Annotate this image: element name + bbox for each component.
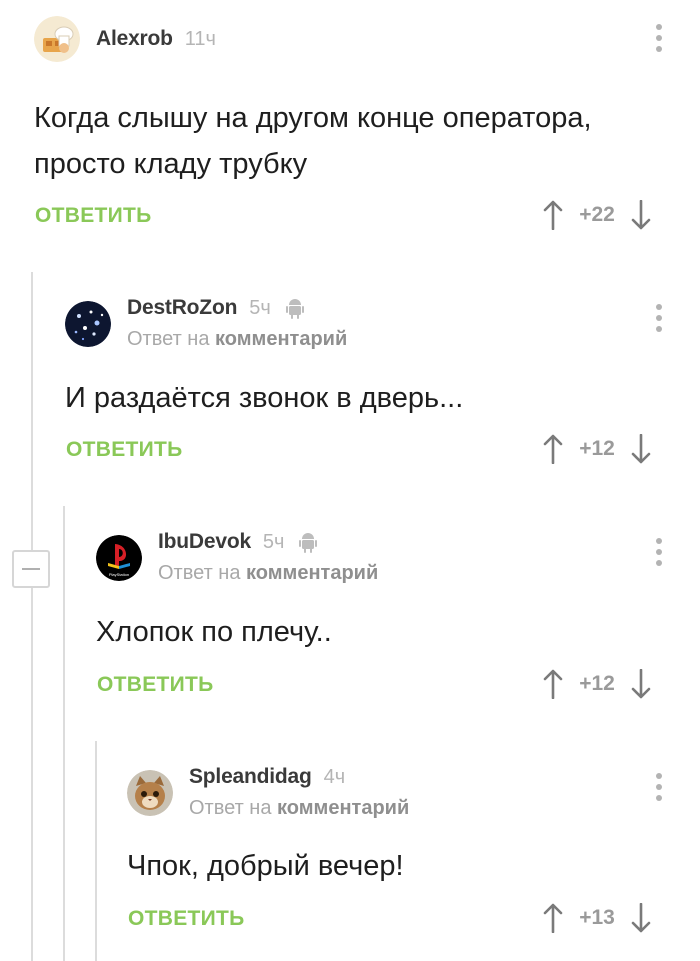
comment-score: +12 (579, 437, 615, 460)
downvote-arrow-icon[interactable] (630, 903, 652, 933)
thread-line-level-1 (31, 272, 33, 961)
android-icon (298, 531, 318, 553)
comment-text: И раздаётся звонок в дверь... (65, 375, 463, 421)
comment-time: 4ч (323, 765, 346, 788)
upvote-arrow-icon[interactable] (542, 200, 564, 230)
author-name[interactable]: Alexrob (96, 27, 173, 51)
reply-to-prefix: Ответ на (189, 797, 272, 819)
reply-button[interactable]: ОТВЕТИТЬ (128, 907, 245, 931)
comment-meta: DestRoZon 5ч Ответ на комментарий (127, 296, 347, 351)
comment-header: DestRoZon 5ч Ответ на комментарий (65, 296, 347, 351)
reply-to-line: Ответ на комментарий (127, 328, 347, 351)
avatar[interactable]: PlayStation (96, 534, 142, 581)
comment-score: +22 (579, 203, 615, 226)
reply-button[interactable]: ОТВЕТИТЬ (35, 204, 152, 228)
comment-time: 11ч (184, 27, 216, 50)
comment-meta: IbuDevok 5ч Ответ на комментарий (158, 530, 378, 585)
upvote-arrow-icon[interactable] (542, 669, 564, 699)
comment-text: Когда слышу на другом конце оператора, п… (34, 95, 592, 187)
avatar[interactable] (34, 16, 80, 62)
comment-text: Чпок, добрый вечер! (127, 843, 404, 889)
author-name[interactable]: DestRoZon (127, 296, 237, 320)
thread-line-level-3 (95, 741, 97, 961)
reply-to-link[interactable]: комментарий (246, 562, 378, 584)
author-name[interactable]: Spleandidag (189, 765, 312, 789)
comment-meta: Spleandidag 4ч Ответ на комментарий (189, 765, 409, 820)
author-name[interactable]: IbuDevok (158, 530, 251, 554)
more-menu-icon[interactable] (655, 538, 663, 566)
comment-header: PlayStation IbuDevok 5ч Ответ на коммент… (96, 530, 378, 585)
upvote-arrow-icon[interactable] (542, 434, 564, 464)
reply-to-prefix: Ответ на (158, 562, 241, 584)
more-menu-icon[interactable] (655, 773, 663, 801)
avatar[interactable] (127, 769, 173, 816)
comment-score: +12 (579, 672, 615, 695)
reply-to-link[interactable]: комментарий (215, 328, 347, 350)
comment-header: Alexrob 11ч (34, 16, 216, 62)
comment-header: Spleandidag 4ч Ответ на комментарий (127, 765, 409, 820)
vote-controls: +22 (542, 200, 652, 230)
vote-controls: +13 (542, 903, 652, 933)
vote-controls: +12 (542, 669, 652, 699)
avatar[interactable] (65, 300, 111, 347)
avatar-caption: PlayStation (109, 572, 129, 577)
comment-text: Хлопок по плечу.. (96, 609, 332, 655)
collapse-thread-button[interactable] (12, 550, 50, 588)
reply-to-prefix: Ответ на (127, 328, 210, 350)
vote-controls: +12 (542, 434, 652, 464)
downvote-arrow-icon[interactable] (630, 200, 652, 230)
comment-meta: Alexrob 11ч (96, 27, 216, 51)
more-menu-icon[interactable] (655, 24, 663, 52)
more-menu-icon[interactable] (655, 304, 663, 332)
comment-score: +13 (579, 906, 615, 929)
downvote-arrow-icon[interactable] (630, 434, 652, 464)
minus-icon (22, 568, 40, 570)
reply-button[interactable]: ОТВЕТИТЬ (97, 673, 214, 697)
reply-to-line: Ответ на комментарий (158, 562, 378, 585)
comment-text-line: И раздаётся звонок в дверь... (65, 382, 464, 414)
comment-time: 5ч (262, 530, 285, 553)
reply-button[interactable]: ОТВЕТИТЬ (66, 438, 183, 462)
reply-to-line: Ответ на комментарий (189, 797, 409, 820)
comment-text-line: просто кладу трубку (34, 148, 308, 180)
android-icon (285, 297, 305, 319)
upvote-arrow-icon[interactable] (542, 903, 564, 933)
downvote-arrow-icon[interactable] (630, 669, 652, 699)
comment-time: 5ч (249, 296, 271, 319)
comment-text-line: Хлопок по плечу.. (96, 616, 332, 648)
thread-line-level-2 (63, 506, 65, 961)
reply-to-link[interactable]: комментарий (277, 797, 409, 819)
comment-text-line: Когда слышу на другом конце оператора, (34, 102, 592, 134)
comment-text-line: Чпок, добрый вечер! (127, 850, 404, 882)
